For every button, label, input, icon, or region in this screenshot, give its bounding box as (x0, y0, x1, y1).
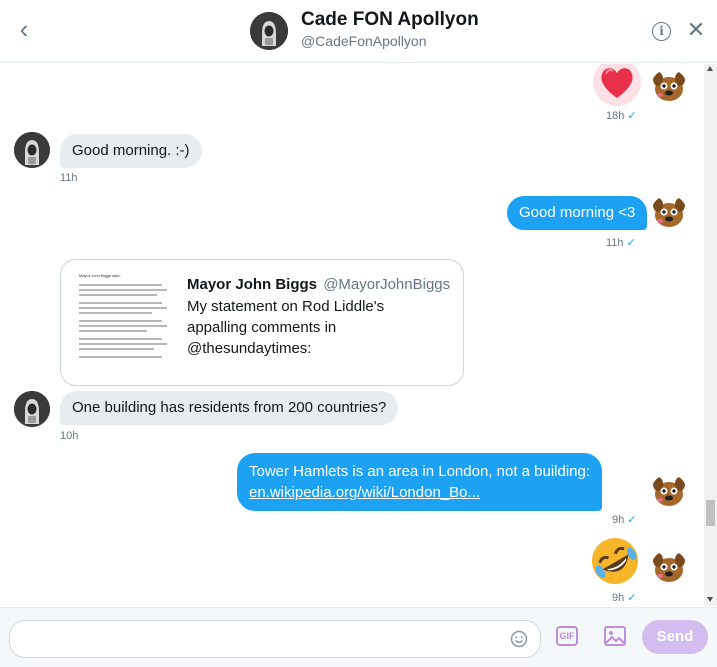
read-check-icon: ✓ (627, 110, 637, 122)
heart-emoji-icon (593, 64, 641, 106)
tweet-card[interactable]: Mayor John Biggs said: Mayor John Biggs … (60, 259, 464, 386)
hooded-figure-icon (250, 12, 288, 50)
avatar[interactable] (651, 195, 687, 231)
card-text: My statement on Rod Liddle's appalling c… (187, 298, 385, 357)
message-list: 18h ✓ Good morning. :-) 11h Good morning … (0, 64, 704, 606)
timestamp: 18h ✓ (606, 110, 637, 122)
avatar[interactable] (651, 69, 687, 105)
message-input[interactable] (9, 620, 541, 658)
info-icon[interactable]: i (652, 22, 671, 41)
dog-avatar-icon (651, 474, 687, 510)
close-icon[interactable]: ✕ (686, 18, 706, 42)
scrollbar-thumb[interactable] (706, 500, 715, 526)
avatar[interactable] (14, 391, 50, 427)
statement-thumbnail: Mayor John Biggs said: (77, 270, 185, 380)
message-bubble[interactable]: One building has residents from 200 coun… (60, 391, 399, 425)
page-title: Cade FON Apollyon (301, 9, 479, 30)
message-bubble[interactable]: Tower Hamlets is an area in London, not … (237, 453, 603, 511)
scroll-up-arrow-icon[interactable] (707, 66, 713, 71)
timestamp: 9h ✓ (612, 514, 637, 526)
image-icon[interactable] (603, 624, 627, 648)
send-button[interactable]: Send (642, 620, 708, 654)
card-author-name[interactable]: Mayor John Biggs (187, 276, 317, 293)
gif-button[interactable]: GIF (556, 626, 578, 646)
dog-avatar-icon (651, 195, 687, 231)
timestamp: 10h (60, 430, 79, 442)
timestamp: 9h ✓ (612, 592, 637, 604)
avatar[interactable] (651, 550, 687, 586)
timestamp: 11h ✓ (606, 237, 636, 249)
hooded-figure-icon (14, 391, 50, 427)
chevron-left-icon[interactable]: ‹ (10, 14, 38, 44)
read-check-icon: ✓ (627, 514, 637, 526)
smile-icon[interactable] (510, 630, 528, 648)
avatar[interactable] (651, 474, 687, 510)
rolling-laughing-emoji-icon (592, 538, 638, 584)
timestamp: 11h (60, 172, 78, 184)
message-link[interactable]: en.wikipedia.org/wiki/London_Bo... (249, 482, 590, 503)
hooded-figure-icon (14, 132, 50, 168)
card-author-handle: @MayorJohnBiggs (323, 276, 451, 293)
avatar[interactable] (14, 132, 50, 168)
dog-avatar-icon (651, 69, 687, 105)
scroll-down-arrow-icon[interactable] (707, 597, 713, 602)
message-bubble[interactable]: Good morning. :-) (60, 134, 202, 168)
user-handle: @CadeFonApollyon (301, 33, 427, 49)
read-check-icon: ✓ (627, 592, 637, 604)
avatar[interactable] (250, 12, 288, 50)
scrollbar[interactable] (704, 64, 717, 606)
dog-avatar-icon (651, 550, 687, 586)
read-check-icon: ✓ (626, 237, 636, 249)
message-bubble[interactable]: Good morning <3 (507, 196, 648, 230)
message-text: Tower Hamlets is an area in London, not … (249, 463, 591, 480)
conversation-header: ‹ Cade FON Apollyon @CadeFonApollyon i ✕ (0, 0, 717, 63)
